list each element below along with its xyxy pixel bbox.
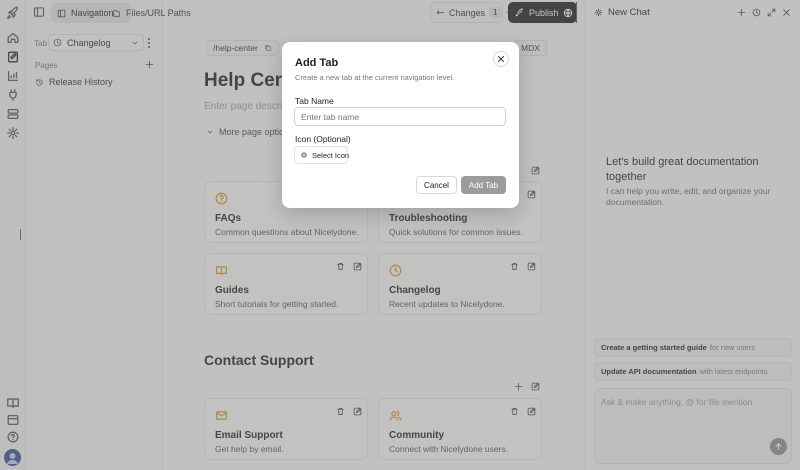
cancel-button[interactable]: Cancel	[416, 176, 457, 194]
icon-optional-label: Icon (Optional)	[295, 134, 351, 144]
dialog-subtitle: Create a new tab at the current navigati…	[295, 73, 455, 82]
tab-name-input[interactable]	[294, 107, 506, 126]
close-dialog-button[interactable]	[493, 51, 509, 67]
add-tab-dialog: Add Tab Create a new tab at the current …	[282, 42, 519, 208]
sparkle-icon	[300, 151, 308, 159]
close-icon	[497, 55, 505, 63]
add-tab-submit-button[interactable]: Add Tab	[461, 176, 506, 194]
tab-name-label: Tab Name	[295, 96, 334, 106]
select-icon-label: Select Icon	[312, 150, 350, 160]
dialog-title: Add Tab	[295, 57, 339, 69]
select-icon-button[interactable]: Select Icon	[294, 146, 350, 164]
